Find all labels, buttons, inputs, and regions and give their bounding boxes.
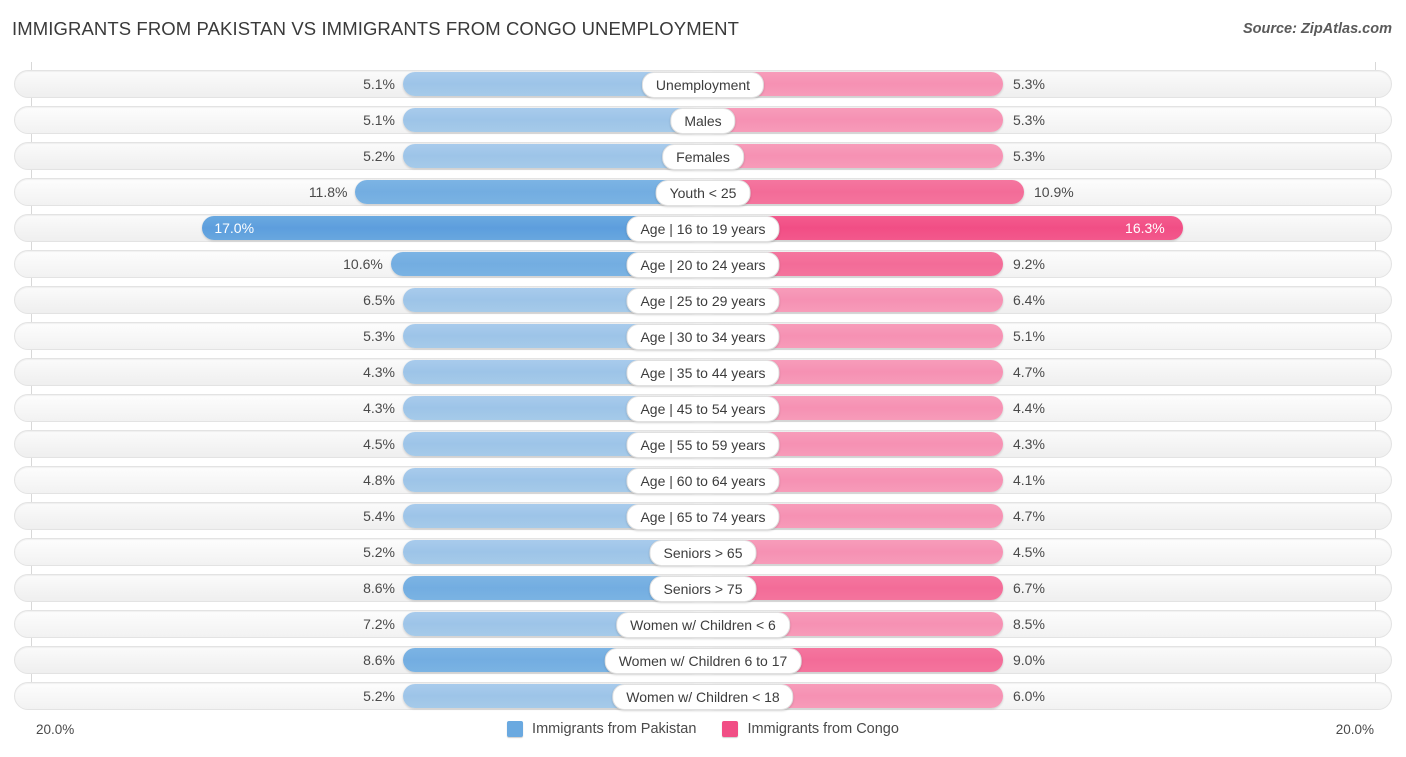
table-row[interactable]: 8.6% 6.7% Seniors > 75 bbox=[14, 574, 1392, 602]
value-label-right: 10.9% bbox=[1034, 184, 1074, 200]
table-row[interactable]: 4.8% 4.1% Age | 60 to 64 years bbox=[14, 466, 1392, 494]
bar-right-congo[interactable] bbox=[703, 180, 1024, 204]
category-label-pill[interactable]: Women w/ Children < 6 bbox=[616, 612, 790, 638]
value-label-left: 5.2% bbox=[363, 544, 395, 560]
legend-item-pakistan[interactable]: Immigrants from Pakistan bbox=[507, 721, 696, 737]
legend-label-pakistan: Immigrants from Pakistan bbox=[532, 721, 697, 737]
category-label-pill[interactable]: Age | 60 to 64 years bbox=[626, 468, 780, 494]
table-row[interactable]: 5.1% 5.3% Males bbox=[14, 106, 1392, 134]
value-label-right: 8.5% bbox=[1013, 616, 1045, 632]
category-label-pill[interactable]: Seniors > 75 bbox=[649, 576, 757, 602]
legend-swatch-pink-icon bbox=[722, 721, 739, 737]
category-label-pill[interactable]: Age | 25 to 29 years bbox=[626, 288, 780, 314]
legend-swatch-blue-icon bbox=[507, 721, 524, 737]
category-label-pill[interactable]: Youth < 25 bbox=[655, 180, 751, 206]
category-label-pill[interactable]: Age | 55 to 59 years bbox=[626, 432, 780, 458]
value-label-left: 4.8% bbox=[363, 472, 395, 488]
table-row[interactable]: 11.8% 10.9% Youth < 25 bbox=[14, 178, 1392, 206]
bar-left-pakistan[interactable] bbox=[403, 144, 703, 168]
table-row[interactable]: 6.5% 6.4% Age | 25 to 29 years bbox=[14, 286, 1392, 314]
table-row[interactable]: 4.5% 4.3% Age | 55 to 59 years bbox=[14, 430, 1392, 458]
table-row[interactable]: 5.1% 5.3% Unemployment bbox=[14, 70, 1392, 98]
value-label-left: 5.2% bbox=[363, 688, 395, 704]
value-label-right: 16.3% bbox=[1125, 220, 1165, 236]
value-label-left: 5.3% bbox=[363, 328, 395, 344]
table-row[interactable]: 8.6% 9.0% Women w/ Children 6 to 17 bbox=[14, 646, 1392, 674]
value-label-right: 4.7% bbox=[1013, 508, 1045, 524]
category-label-pill[interactable]: Age | 35 to 44 years bbox=[626, 360, 780, 386]
value-label-left: 5.4% bbox=[363, 508, 395, 524]
category-label-pill[interactable]: Age | 16 to 19 years bbox=[626, 216, 780, 242]
value-label-left: 4.3% bbox=[363, 364, 395, 380]
value-label-right: 5.3% bbox=[1013, 112, 1045, 128]
value-label-left: 6.5% bbox=[363, 292, 395, 308]
value-label-right: 5.3% bbox=[1013, 76, 1045, 92]
value-label-left: 7.2% bbox=[363, 616, 395, 632]
diverging-bar-plot: 5.1% 5.3% Unemployment 5.1% 5.3% Males 5.2% 5.3… bbox=[0, 62, 1406, 712]
table-row[interactable]: 5.3% 5.1% Age | 30 to 34 years bbox=[14, 322, 1392, 350]
category-label-pill[interactable]: Women w/ Children < 18 bbox=[612, 684, 794, 710]
table-row[interactable]: 5.2% 6.0% Women w/ Children < 18 bbox=[14, 682, 1392, 710]
category-label-pill[interactable]: Unemployment bbox=[641, 72, 765, 98]
chart-legend: Immigrants from Pakistan Immigrants from… bbox=[0, 721, 1406, 737]
value-label-right: 4.5% bbox=[1013, 544, 1045, 560]
value-label-left: 8.6% bbox=[363, 580, 395, 596]
category-label-pill[interactable]: Age | 65 to 74 years bbox=[626, 504, 780, 530]
bar-left-pakistan[interactable] bbox=[403, 108, 703, 132]
value-label-right: 9.0% bbox=[1013, 652, 1045, 668]
category-label-pill[interactable]: Seniors > 65 bbox=[649, 540, 757, 566]
value-label-left: 8.6% bbox=[363, 652, 395, 668]
value-label-right: 4.3% bbox=[1013, 436, 1045, 452]
page-title: IMMIGRANTS FROM PAKISTAN VS IMMIGRANTS F… bbox=[12, 18, 740, 39]
table-row[interactable]: 4.3% 4.7% Age | 35 to 44 years bbox=[14, 358, 1392, 386]
value-label-right: 5.1% bbox=[1013, 328, 1045, 344]
value-label-right: 4.7% bbox=[1013, 364, 1045, 380]
category-label-pill[interactable]: Age | 45 to 54 years bbox=[626, 396, 780, 422]
value-label-left: 5.2% bbox=[363, 148, 395, 164]
value-label-right: 5.3% bbox=[1013, 148, 1045, 164]
value-label-left: 4.3% bbox=[363, 400, 395, 416]
category-label-pill[interactable]: Age | 30 to 34 years bbox=[626, 324, 780, 350]
table-row[interactable]: 5.2% 4.5% Seniors > 65 bbox=[14, 538, 1392, 566]
table-row[interactable]: 5.4% 4.7% Age | 65 to 74 years bbox=[14, 502, 1392, 530]
value-label-left: 11.8% bbox=[308, 184, 348, 200]
category-label-pill[interactable]: Females bbox=[662, 144, 744, 170]
table-row[interactable]: 10.6% 9.2% Age | 20 to 24 years bbox=[14, 250, 1392, 278]
legend-item-congo[interactable]: Immigrants from Congo bbox=[722, 721, 899, 737]
category-label-pill[interactable]: Women w/ Children 6 to 17 bbox=[604, 648, 802, 674]
legend-label-congo: Immigrants from Congo bbox=[747, 721, 899, 737]
source-attribution: Source: ZipAtlas.com bbox=[1242, 21, 1392, 37]
value-label-right: 4.4% bbox=[1013, 400, 1045, 416]
chart-root: IMMIGRANTS FROM PAKISTAN VS IMMIGRANTS F… bbox=[0, 0, 1406, 757]
table-row[interactable]: 4.3% 4.4% Age | 45 to 54 years bbox=[14, 394, 1392, 422]
table-row[interactable]: 7.2% 8.5% Women w/ Children < 6 bbox=[14, 610, 1392, 638]
value-label-right: 6.4% bbox=[1013, 292, 1045, 308]
category-label-pill[interactable]: Males bbox=[670, 108, 736, 134]
bar-right-congo[interactable] bbox=[703, 144, 1003, 168]
value-label-left: 17.0% bbox=[214, 220, 255, 236]
value-label-left: 4.5% bbox=[363, 436, 395, 452]
table-row[interactable]: 5.2% 5.3% Females bbox=[14, 142, 1392, 170]
value-label-left: 5.1% bbox=[363, 112, 395, 128]
value-label-left: 10.6% bbox=[343, 256, 383, 272]
bar-left-pakistan[interactable] bbox=[355, 180, 703, 204]
value-label-right: 6.0% bbox=[1013, 688, 1045, 704]
value-label-right: 4.1% bbox=[1013, 472, 1045, 488]
table-row[interactable]: 17.0% 16.3% Age | 16 to 19 years bbox=[14, 214, 1392, 242]
value-label-left: 5.1% bbox=[363, 76, 395, 92]
bar-right-congo[interactable] bbox=[703, 108, 1003, 132]
value-label-right: 9.2% bbox=[1013, 256, 1045, 272]
value-label-right: 6.7% bbox=[1013, 580, 1045, 596]
category-label-pill[interactable]: Age | 20 to 24 years bbox=[626, 252, 780, 278]
